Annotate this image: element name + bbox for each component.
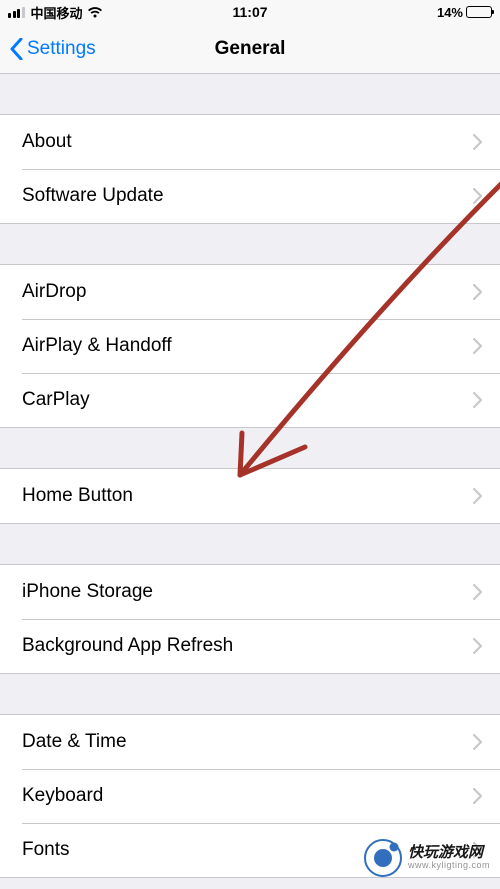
status-left: 中国移动 [8, 3, 103, 22]
row-label: Date & Time [22, 731, 127, 753]
chevron-right-icon [473, 188, 482, 204]
back-button[interactable]: Settings [10, 38, 96, 60]
watermark-sub: www.kyligting.com [408, 861, 490, 871]
row-label: iPhone Storage [22, 581, 153, 603]
row-label: AirDrop [22, 281, 86, 303]
battery-icon [466, 6, 492, 18]
section-gap [0, 674, 500, 714]
list-group-2: AirDrop AirPlay & Handoff CarPlay [0, 264, 500, 428]
row-home-button[interactable]: Home Button [0, 469, 500, 523]
chevron-right-icon [473, 734, 482, 750]
list-group-4: iPhone Storage Background App Refresh [0, 564, 500, 674]
carrier-label: 中国移动 [31, 3, 83, 22]
watermark: 快玩游戏网 www.kyligting.com [364, 839, 490, 877]
status-right: 14% [437, 5, 492, 20]
section-gap [0, 524, 500, 564]
chevron-right-icon [473, 338, 482, 354]
row-label: AirPlay & Handoff [22, 335, 172, 357]
signal-icon [8, 7, 25, 18]
row-airdrop[interactable]: AirDrop [0, 265, 500, 319]
section-gap [0, 224, 500, 264]
status-bar: 中国移动 11:07 14% [0, 0, 500, 24]
battery-percent: 14% [437, 5, 463, 20]
list-group-3: Home Button [0, 468, 500, 524]
section-gap [0, 74, 500, 114]
row-label: Home Button [22, 485, 133, 507]
status-time: 11:07 [232, 4, 267, 20]
page-title: General [215, 38, 286, 60]
row-label: Background App Refresh [22, 635, 233, 657]
row-background-app-refresh[interactable]: Background App Refresh [0, 619, 500, 673]
chevron-right-icon [473, 392, 482, 408]
row-date-time[interactable]: Date & Time [0, 715, 500, 769]
watermark-main: 快玩游戏网 [408, 845, 490, 862]
chevron-right-icon [473, 788, 482, 804]
watermark-text: 快玩游戏网 www.kyligting.com [408, 845, 490, 871]
list-group-1: About Software Update [0, 114, 500, 224]
row-label: Keyboard [22, 785, 103, 807]
row-iphone-storage[interactable]: iPhone Storage [0, 565, 500, 619]
chevron-left-icon [10, 38, 23, 60]
chevron-right-icon [473, 134, 482, 150]
section-gap [0, 428, 500, 468]
row-airplay-handoff[interactable]: AirPlay & Handoff [0, 319, 500, 373]
row-label: CarPlay [22, 389, 90, 411]
watermark-logo-icon [364, 839, 402, 877]
chevron-right-icon [473, 638, 482, 654]
row-keyboard[interactable]: Keyboard [0, 769, 500, 823]
row-about[interactable]: About [0, 115, 500, 169]
row-label: About [22, 131, 72, 153]
row-carplay[interactable]: CarPlay [0, 373, 500, 427]
chevron-right-icon [473, 584, 482, 600]
row-software-update[interactable]: Software Update [0, 169, 500, 223]
row-label: Software Update [22, 185, 164, 207]
nav-bar: Settings General [0, 24, 500, 74]
back-label: Settings [27, 38, 96, 60]
row-label: Fonts [22, 839, 70, 861]
chevron-right-icon [473, 284, 482, 300]
wifi-icon [87, 6, 103, 18]
content: About Software Update AirDrop AirPlay & … [0, 74, 500, 878]
chevron-right-icon [473, 488, 482, 504]
